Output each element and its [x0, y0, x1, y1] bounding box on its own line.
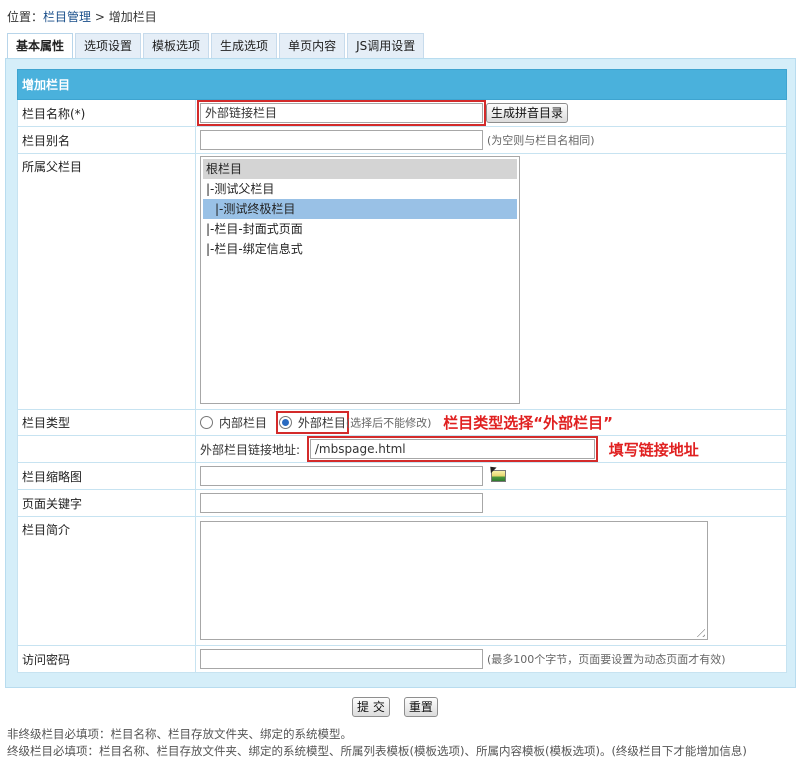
external-link-input[interactable]: /mbspage.html [306, 436, 598, 462]
alias-label: 栏目别名 [17, 126, 196, 154]
resize-grip-icon[interactable] [693, 625, 705, 637]
password-hint: (最多100个字节，页面要设置为动态页面才有效) [487, 653, 726, 666]
listbox-option[interactable]: |-测试父栏目 [203, 179, 517, 199]
link-label: 外部栏目链接地址: [200, 442, 301, 457]
tab-js-settings[interactable]: JS调用设置 [347, 33, 425, 59]
type-external-radio[interactable] [278, 416, 292, 429]
type-annotation: 栏目类型选择“外部栏目” [443, 414, 613, 432]
listbox-option[interactable]: 根栏目 [203, 159, 517, 179]
tab-templates[interactable]: 模板选项 [143, 33, 210, 59]
parent-label: 所属父栏目 [17, 153, 196, 410]
type-external-group: 外部栏目 [275, 411, 349, 434]
type-internal-label[interactable]: 内部栏目 [219, 416, 267, 430]
parent-listbox[interactable]: 根栏目 |-测试父栏目 |-测试终极栏目 |-栏目-封面式页面 |-栏目-绑定信… [200, 156, 520, 404]
type-hint: (选择后不能修改) [345, 416, 432, 430]
intro-textarea[interactable] [200, 521, 708, 640]
form-notes: 非终级栏目必填项：栏目名称、栏目存放文件夹、绑定的系统模型。 终级栏目必填项：栏… [7, 726, 747, 760]
note-line-2: 终级栏目必填项：栏目名称、栏目存放文件夹、绑定的系统模型、所属列表模板(模板选项… [7, 744, 747, 758]
name-input[interactable]: 外部链接栏目 [197, 100, 486, 126]
intro-label: 栏目简介 [17, 516, 196, 646]
thumbnail-label: 栏目缩略图 [17, 462, 196, 490]
listbox-option[interactable]: |-栏目-绑定信息式 [203, 239, 517, 259]
add-column-form: 增加栏目 栏目名称(*) 外部链接栏目 生成拼音目录 栏目别名 (为空则与栏目名相… [17, 69, 787, 673]
generate-pinyin-button[interactable]: 生成拼音目录 [486, 103, 569, 123]
link-label-spacer [17, 435, 196, 463]
tab-single-page[interactable]: 单页内容 [279, 33, 346, 59]
tab-basic[interactable]: 基本属性 [7, 33, 74, 59]
tab-bar: 基本属性 选项设置 模板选项 生成选项 单页内容 JS调用设置 [7, 33, 426, 59]
image-picker-icon[interactable] [491, 470, 506, 482]
name-label: 栏目名称(*) [17, 99, 196, 127]
tab-options[interactable]: 选项设置 [75, 33, 142, 59]
alias-input[interactable] [200, 130, 483, 150]
listbox-option-selected[interactable]: |-测试终极栏目 [203, 199, 517, 219]
link-annotation: 填写链接地址 [608, 440, 699, 459]
form-header: 增加栏目 [17, 69, 787, 100]
type-external-label[interactable]: 外部栏目 [298, 416, 346, 430]
keywords-input[interactable] [200, 493, 483, 513]
breadcrumb-link-column-manage[interactable]: 栏目管理 [43, 10, 91, 24]
breadcrumb: 位置：栏目管理 > 增加栏目 [7, 8, 157, 26]
form-actions: 提 交重置 [352, 697, 452, 717]
tab-generate[interactable]: 生成选项 [211, 33, 278, 59]
keywords-label: 页面关键字 [17, 489, 196, 517]
type-internal-radio[interactable] [200, 416, 213, 429]
password-label: 访问密码 [17, 645, 196, 673]
type-label: 栏目类型 [17, 409, 196, 436]
reset-button[interactable]: 重置 [403, 697, 438, 717]
listbox-option[interactable]: |-栏目-封面式页面 [203, 219, 517, 239]
thumbnail-input[interactable] [200, 466, 483, 486]
breadcrumb-prefix: 位置： [7, 10, 44, 24]
password-input[interactable] [200, 649, 483, 669]
note-line-1: 非终级栏目必填项：栏目名称、栏目存放文件夹、绑定的系统模型。 [7, 727, 352, 741]
alias-hint: (为空则与栏目名相同) [487, 134, 595, 147]
breadcrumb-current: 增加栏目 [108, 10, 157, 24]
breadcrumb-separator: > [91, 10, 109, 24]
submit-button[interactable]: 提 交 [352, 697, 390, 717]
form-panel: 增加栏目 栏目名称(*) 外部链接栏目 生成拼音目录 栏目别名 (为空则与栏目名相… [5, 58, 796, 688]
